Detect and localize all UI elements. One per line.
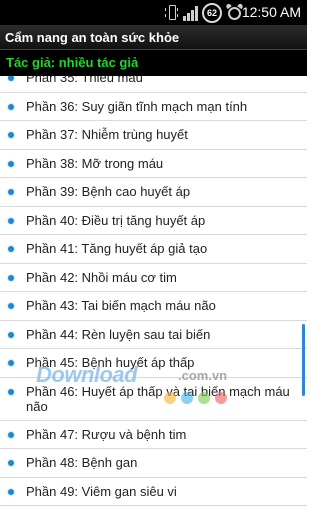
- list-item-label: Phần 44: Rèn luyện sau tai biến: [26, 326, 211, 342]
- bullet-icon: [8, 132, 14, 138]
- list-item[interactable]: Phần 37: Nhiễm trùng huyết: [0, 121, 307, 150]
- list-item-label: Phần 36: Suy giãn tĩnh mạch mạn tính: [26, 98, 248, 114]
- list-item-label: Phần 39: Bệnh cao huyết áp: [26, 184, 191, 199]
- vibrate-icon: [165, 4, 179, 21]
- bullet-icon: [8, 160, 14, 167]
- bullet-icon: [8, 217, 14, 224]
- status-bar: 62 12:50 AM: [0, 0, 307, 25]
- list-item-label: Phần 40: Điều trị tăng huyết áp: [26, 212, 206, 228]
- bullet-icon: [8, 76, 14, 81]
- list-item[interactable]: Phần 46: Huyết áp thấp và tai biến mạch …: [0, 378, 307, 421]
- list-item-label: Phần 49: Viêm gan siêu vi: [26, 483, 177, 499]
- list-item-label: Phần 48: Bệnh gan: [26, 455, 138, 470]
- list-item-label: Phần 45: Bệnh huyết áp thấp: [26, 355, 195, 370]
- bullet-icon: [8, 274, 14, 281]
- list-item[interactable]: Phần 38: Mỡ trong máu: [0, 150, 307, 178]
- author-label: Tác giả: nhiều tác giả: [0, 50, 307, 76]
- alarm-icon: [225, 2, 244, 21]
- list-item[interactable]: Phần 42: Nhồi máu cơ tim: [0, 264, 307, 292]
- bullet-icon: [8, 189, 14, 195]
- chapter-list-items: Phần 35: Thiếu máu Phần 36: Suy giãn tĩnh…: [0, 76, 307, 506]
- list-item-label: Phần 43: Tai biến mạch máu não: [26, 298, 216, 313]
- chapter-list[interactable]: Phần 35: Thiếu máu Phần 36: Suy giãn tĩnh…: [0, 76, 307, 512]
- status-clock: 12:50 AM: [241, 4, 301, 20]
- status-icons: 62: [165, 2, 244, 23]
- battery-icon: 62: [202, 2, 222, 23]
- list-item[interactable]: Phần 43: Tai biến mạch máu não: [0, 292, 307, 321]
- list-item[interactable]: Phần 48: Bệnh gan: [0, 449, 307, 478]
- list-item-label: Phần 37: Nhiễm trùng huyết: [26, 127, 188, 142]
- list-item[interactable]: Phần 45: Bệnh huyết áp thấp: [0, 349, 307, 378]
- signal-icon: [183, 5, 198, 21]
- list-item-label: Phần 35: Thiếu máu: [26, 76, 143, 85]
- list-item[interactable]: Phần 39: Bệnh cao huyết áp: [0, 178, 307, 207]
- list-item-label: Phần 42: Nhồi máu cơ tim: [26, 269, 177, 285]
- list-item[interactable]: Phần 41: Tăng huyết áp giả tạo: [0, 235, 307, 264]
- bullet-icon: [8, 103, 14, 110]
- bullet-icon: [8, 488, 14, 495]
- scrollbar-thumb[interactable]: [302, 324, 305, 396]
- list-item[interactable]: Phần 40: Điều trị tăng huyết áp: [0, 207, 307, 235]
- bullet-icon: [8, 431, 14, 438]
- list-item[interactable]: Phần 35: Thiếu máu: [0, 76, 307, 93]
- bullet-icon: [8, 388, 14, 395]
- bullet-icon: [8, 331, 14, 338]
- list-item-label: Phần 46: Huyết áp thấp và tai biến mạch …: [26, 383, 290, 414]
- list-item[interactable]: Phần 36: Suy giãn tĩnh mạch mạn tính: [0, 93, 307, 121]
- app-title: Cẩm nang an toàn sức khỏe: [0, 25, 307, 50]
- bullet-icon: [8, 360, 14, 366]
- list-item-label: Phần 47: Rượu và bệnh tim: [26, 426, 187, 442]
- list-item-label: Phần 38: Mỡ trong máu: [26, 155, 164, 171]
- bullet-icon: [8, 460, 14, 466]
- list-item[interactable]: Phần 49: Viêm gan siêu vi: [0, 478, 307, 506]
- list-item[interactable]: Phần 44: Rèn luyện sau tai biến: [0, 321, 307, 349]
- bullet-icon: [8, 303, 14, 309]
- list-item[interactable]: Phần 47: Rượu và bệnh tim: [0, 421, 307, 449]
- list-item-label: Phần 41: Tăng huyết áp giả tạo: [26, 241, 208, 256]
- bullet-icon: [8, 246, 14, 252]
